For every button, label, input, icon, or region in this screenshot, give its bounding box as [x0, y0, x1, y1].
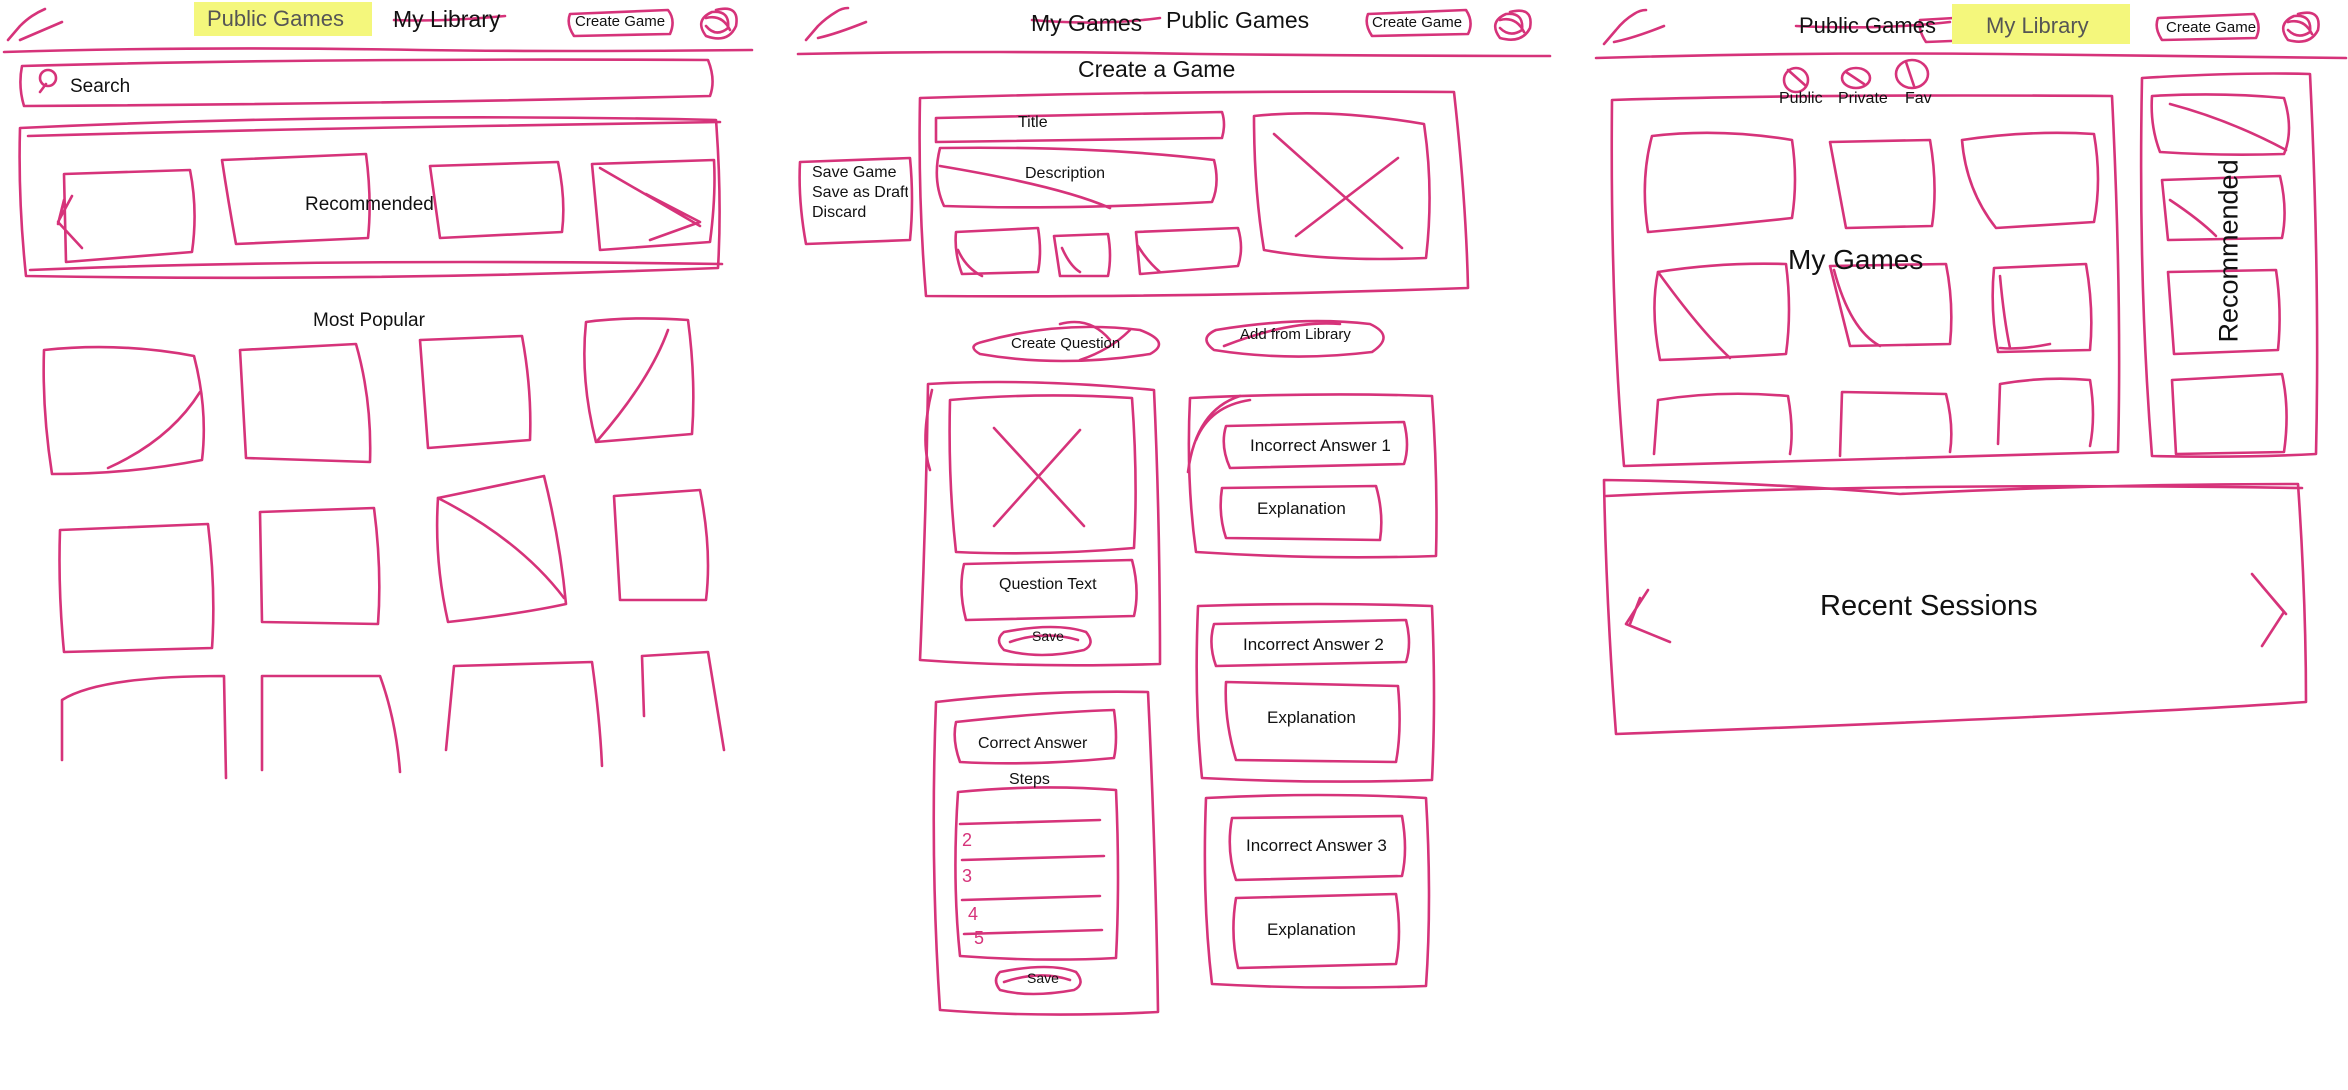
carousel-next-chevron	[598, 166, 702, 242]
logo-icon	[1602, 8, 1666, 46]
logo-icon	[6, 7, 64, 42]
image-placeholder-x	[992, 426, 1086, 528]
public-filter-circle	[1782, 66, 1810, 94]
nav-public-games[interactable]: Public Games	[1166, 7, 1309, 34]
recommended-label: Recommended	[305, 194, 434, 215]
recent-sessions-label: Recent Sessions	[1820, 590, 2038, 622]
search-icon-shape	[38, 68, 58, 94]
carousel-prev-chevron	[56, 194, 84, 250]
discard-menu-item[interactable]: Discard	[812, 204, 866, 222]
nav-my-library[interactable]: My Library	[1986, 13, 2089, 39]
create-game-button[interactable]: Create Game	[2166, 19, 2256, 36]
incorrect-card-2	[1195, 602, 1436, 783]
avatar-icon	[699, 7, 738, 40]
create-game-button[interactable]: Create Game	[575, 13, 665, 30]
save-as-draft-menu-item[interactable]: Save as Draft	[812, 184, 908, 202]
fav-filter-circle	[1894, 58, 1930, 90]
explanation-1-field[interactable]: Explanation	[1257, 499, 1346, 519]
step-number: 2	[962, 830, 973, 850]
image-placeholder-x	[1272, 132, 1404, 250]
page-title: Create a Game	[1078, 56, 1236, 82]
incorrect-answer-3-field[interactable]: Incorrect Answer 3	[1246, 836, 1387, 856]
private-filter-circle	[1840, 66, 1872, 90]
incorrect-answer-1-field[interactable]: Incorrect Answer 1	[1250, 436, 1391, 456]
my-games-label: My Games	[1788, 244, 1924, 275]
my-games-panel	[1610, 94, 2121, 468]
add-from-library-button[interactable]: Add from Library	[1240, 326, 1351, 343]
nav-my-games[interactable]: My Games	[1031, 10, 1142, 37]
most-popular-label: Most Popular	[313, 310, 425, 331]
recommended-vertical-label: Recommended	[2213, 159, 2244, 343]
steps-label: Steps	[1009, 771, 1050, 788]
step-number: 3	[962, 866, 973, 886]
explanation-3-field[interactable]: Explanation	[1267, 920, 1356, 940]
header-divider	[1594, 52, 2348, 60]
save-answer-button[interactable]: Save	[1027, 970, 1059, 986]
public-filter-label[interactable]: Public	[1779, 90, 1823, 108]
logo-icon	[804, 6, 868, 42]
search-input[interactable]: Search	[70, 76, 130, 98]
popular-grid	[42, 317, 726, 780]
step-number: 4	[968, 904, 979, 924]
fav-filter-label[interactable]: Fav	[1905, 90, 1932, 108]
private-filter-label[interactable]: Private	[1838, 90, 1888, 108]
game-details-card	[918, 90, 1470, 298]
incorrect-answer-2-field[interactable]: Incorrect Answer 2	[1243, 635, 1384, 655]
filter-icons	[1782, 58, 1930, 94]
wireframe-canvas	[2, 6, 2348, 1016]
title-field[interactable]: Title	[1018, 114, 1048, 132]
nav-public-games[interactable]: Public Games	[207, 6, 344, 32]
incorrect-card-1	[1186, 393, 1438, 559]
question-card	[918, 380, 1162, 667]
avatar-icon	[1493, 9, 1532, 41]
create-question-button[interactable]: Create Question	[1011, 335, 1120, 352]
nav-my-library[interactable]: My Library	[393, 6, 500, 33]
question-text-field[interactable]: Question Text	[999, 576, 1097, 594]
incorrect-card-3	[1203, 793, 1431, 989]
correct-answer-field[interactable]: Correct Answer	[978, 735, 1087, 753]
save-game-menu-item[interactable]: Save Game	[812, 164, 896, 182]
nav-public-games[interactable]: Public Games	[1799, 13, 1936, 39]
header-divider	[2, 47, 754, 54]
avatar-icon	[2281, 11, 2320, 43]
save-question-button[interactable]: Save	[1032, 628, 1064, 644]
sessions-prev-chevron	[1624, 588, 1672, 644]
step-number: 5	[974, 928, 985, 948]
explanation-2-field[interactable]: Explanation	[1267, 708, 1356, 728]
create-game-button[interactable]: Create Game	[1372, 14, 1462, 31]
sessions-next-chevron	[2250, 572, 2288, 648]
description-field[interactable]: Description	[1025, 165, 1105, 183]
